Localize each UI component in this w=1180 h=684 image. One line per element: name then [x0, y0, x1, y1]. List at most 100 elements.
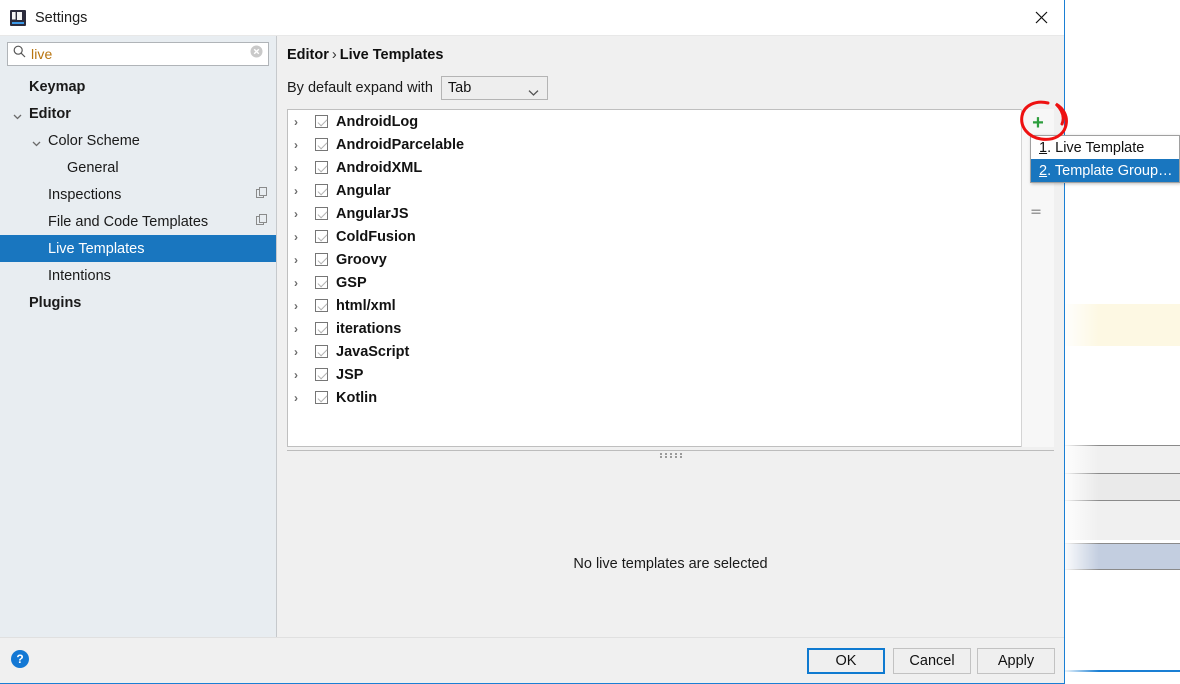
template-group-checkbox[interactable] — [315, 230, 328, 243]
template-group-row[interactable]: › JavaScript — [288, 340, 1053, 363]
sidebar-item-keymap[interactable]: Keymap — [0, 73, 276, 100]
template-group-label: Kotlin — [336, 389, 378, 406]
bg-fade-overlay — [1065, 0, 1099, 684]
template-group-checkbox[interactable] — [315, 253, 328, 266]
template-group-row[interactable]: › Angular — [288, 179, 1053, 202]
search-value: live — [31, 46, 53, 62]
expand-chevron-icon[interactable]: › — [294, 161, 306, 175]
expand-chevron-icon[interactable]: › — [294, 138, 306, 152]
expand-chevron-icon[interactable]: › — [294, 368, 306, 382]
search-icon — [13, 45, 26, 63]
sidebar-item-label: Plugins — [29, 294, 82, 311]
template-group-row[interactable]: › AndroidXML — [288, 156, 1053, 179]
template-group-checkbox[interactable] — [315, 184, 328, 197]
sidebar-item-plugins[interactable]: Plugins — [0, 289, 276, 316]
clear-icon[interactable] — [250, 45, 263, 63]
plus-icon: + — [1032, 112, 1044, 134]
settings-dialog: Settings live Keymap Editor Color Scheme Ge… — [0, 0, 1065, 684]
template-groups-list[interactable]: › AndroidLog › AndroidParcelable › AndroidXML… — [287, 109, 1054, 447]
add-template-button[interactable]: + — [1022, 109, 1054, 137]
expand-chevron-icon[interactable]: › — [294, 253, 306, 267]
cancel-button[interactable]: Cancel — [893, 648, 971, 674]
template-group-label: JavaScript — [336, 343, 410, 360]
copy-settings-icon[interactable] — [256, 186, 268, 203]
breadcrumb-separator: › — [331, 47, 337, 63]
breadcrumb-parent[interactable]: Editor — [287, 47, 329, 63]
template-group-label: JSP — [336, 366, 364, 383]
menu-mnemonic: 1 — [1039, 139, 1048, 156]
expand-chevron-icon[interactable]: › — [294, 184, 306, 198]
template-group-checkbox[interactable] — [315, 138, 328, 151]
sidebar-item-file-and-code-templates[interactable]: File and Code Templates — [0, 208, 276, 235]
sidebar-item-label: Color Scheme — [48, 132, 140, 149]
chevron-down-icon — [528, 85, 539, 101]
expand-chevron-icon[interactable]: › — [294, 391, 306, 405]
copy-template-button[interactable] — [1022, 198, 1054, 226]
sidebar-item-editor[interactable]: Editor — [0, 100, 276, 127]
add-popup-menu: 1. Live Template 2. Template Group… — [1030, 135, 1180, 183]
chevron-placeholder — [32, 271, 41, 280]
expand-chevron-icon[interactable]: › — [294, 115, 306, 129]
template-group-row[interactable]: › AndroidParcelable — [288, 133, 1053, 156]
template-group-checkbox[interactable] — [315, 299, 328, 312]
template-group-row[interactable]: › iterations — [288, 317, 1053, 340]
expand-chevron-icon[interactable]: › — [294, 322, 306, 336]
template-group-checkbox[interactable] — [315, 345, 328, 358]
help-icon[interactable]: ? — [11, 650, 29, 668]
template-group-row[interactable]: › Groovy — [288, 248, 1053, 271]
breadcrumb: Editor › Live Templates — [287, 47, 443, 63]
expand-chevron-icon[interactable]: › — [294, 299, 306, 313]
apply-button[interactable]: Apply — [977, 648, 1055, 674]
empty-state-message: No live templates are selected — [573, 556, 768, 572]
sidebar-item-color-scheme[interactable]: Color Scheme — [0, 127, 276, 154]
template-group-row[interactable]: › ColdFusion — [288, 225, 1053, 248]
template-group-checkbox[interactable] — [315, 161, 328, 174]
sidebar-item-general[interactable]: General — [0, 154, 276, 181]
template-group-checkbox[interactable] — [315, 115, 328, 128]
close-icon[interactable] — [1018, 0, 1064, 35]
chevron-down-icon[interactable] — [32, 136, 41, 147]
settings-content-pane: Editor › Live Templates By default expand … — [277, 36, 1064, 637]
menu-mnemonic: 2 — [1039, 162, 1048, 179]
ok-button[interactable]: OK — [807, 648, 885, 674]
expand-chevron-icon[interactable]: › — [294, 276, 306, 290]
template-rows-container: › AndroidLog › AndroidParcelable › AndroidXML… — [288, 110, 1053, 409]
template-group-row[interactable]: › Kotlin — [288, 386, 1053, 409]
chevron-down-icon[interactable] — [13, 109, 22, 120]
template-group-row[interactable]: › AndroidLog — [288, 110, 1053, 133]
popup-menu-item[interactable]: 2. Template Group… — [1031, 159, 1179, 182]
sidebar-item-label: Intentions — [48, 267, 111, 284]
sidebar-item-intentions[interactable]: Intentions — [0, 262, 276, 289]
settings-tree: Keymap Editor Color Scheme General Inspectio… — [0, 73, 276, 316]
template-group-checkbox[interactable] — [315, 207, 328, 220]
template-group-checkbox[interactable] — [315, 322, 328, 335]
expand-with-row: By default expand with Tab — [287, 76, 548, 100]
intellij-icon — [10, 9, 26, 26]
expand-chevron-icon[interactable]: › — [294, 207, 306, 221]
copy-settings-icon[interactable] — [256, 213, 268, 230]
search-input[interactable]: live — [7, 42, 269, 66]
expand-with-value: Tab — [447, 80, 472, 96]
template-group-label: html/xml — [336, 297, 396, 314]
template-group-checkbox[interactable] — [315, 391, 328, 404]
template-group-checkbox[interactable] — [315, 276, 328, 289]
dialog-title: Settings — [35, 9, 88, 26]
search-wrapper: live — [0, 36, 276, 66]
settings-sidebar: live Keymap Editor Color Scheme General Insp… — [0, 36, 277, 637]
sidebar-item-label: File and Code Templates — [48, 213, 209, 230]
sidebar-item-label: Editor — [29, 105, 71, 122]
expand-chevron-icon[interactable]: › — [294, 345, 306, 359]
template-group-row[interactable]: › GSP — [288, 271, 1053, 294]
template-group-checkbox[interactable] — [315, 368, 328, 381]
chevron-placeholder — [13, 298, 22, 307]
sidebar-item-label: General — [67, 159, 119, 176]
sidebar-item-live-templates[interactable]: Live Templates — [0, 235, 276, 262]
expand-with-select[interactable]: Tab — [440, 76, 548, 101]
template-group-row[interactable]: › JSP — [288, 363, 1053, 386]
template-group-row[interactable]: › html/xml — [288, 294, 1053, 317]
popup-menu-item[interactable]: 1. Live Template — [1031, 136, 1179, 159]
pane-splitter[interactable] — [287, 450, 1054, 460]
template-group-row[interactable]: › AngularJS — [288, 202, 1053, 225]
expand-chevron-icon[interactable]: › — [294, 230, 306, 244]
sidebar-item-inspections[interactable]: Inspections — [0, 181, 276, 208]
